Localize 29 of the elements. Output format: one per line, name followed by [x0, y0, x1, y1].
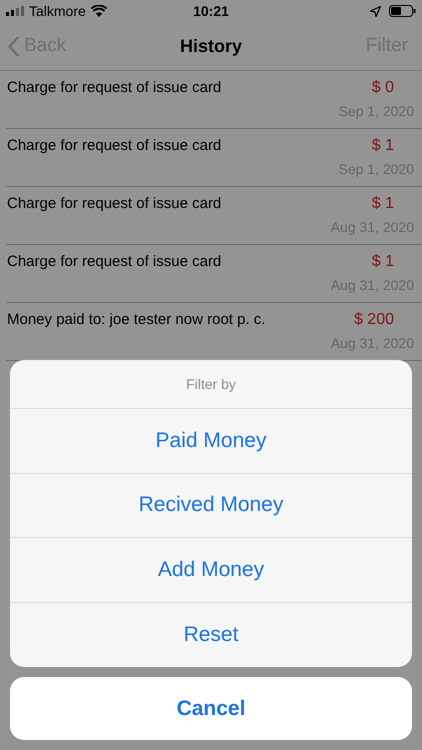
transaction-title: Charge for request of issue card [7, 253, 222, 270]
transaction-amount: $ 0 [372, 79, 394, 97]
status-time: 10:21 [192, 3, 230, 19]
wifi-icon [90, 5, 107, 17]
transaction-date: Sep 1, 2020 [338, 161, 414, 177]
transaction-amount: $ 1 [372, 253, 394, 271]
location-icon [370, 6, 382, 16]
screen-title: History [180, 36, 242, 56]
sheet-option[interactable]: Add Money [10, 538, 412, 602]
chevron-left-icon [8, 36, 20, 56]
battery-icon [389, 5, 416, 17]
sheet-title: Filter by [186, 376, 236, 392]
transaction-date: Sep 1, 2020 [338, 103, 414, 119]
transaction-amount: $ 1 [372, 195, 394, 213]
transaction-title: Charge for request of issue card [7, 195, 222, 212]
transaction-amount: $ 1 [372, 137, 394, 155]
transaction-date: Aug 31, 2020 [330, 219, 414, 235]
signal-icon [6, 6, 24, 16]
transaction-title: Charge for request of issue card [7, 137, 222, 154]
transaction-title: Money paid to: joe tester now root p. c. [7, 311, 266, 328]
cancel-button[interactable]: Cancel [10, 677, 412, 740]
sheet-option[interactable]: Reset [10, 602, 412, 667]
transaction-date: Aug 31, 2020 [330, 277, 414, 293]
sheet-option[interactable]: Recived Money [10, 474, 412, 538]
transaction-title: Charge for request of issue card [7, 79, 222, 96]
transaction-amount: $ 200 [354, 311, 394, 329]
transaction-date: Aug 31, 2020 [330, 335, 414, 351]
carrier-name: Talkmore [29, 3, 86, 19]
sheet-option[interactable]: Paid Money [10, 409, 412, 474]
